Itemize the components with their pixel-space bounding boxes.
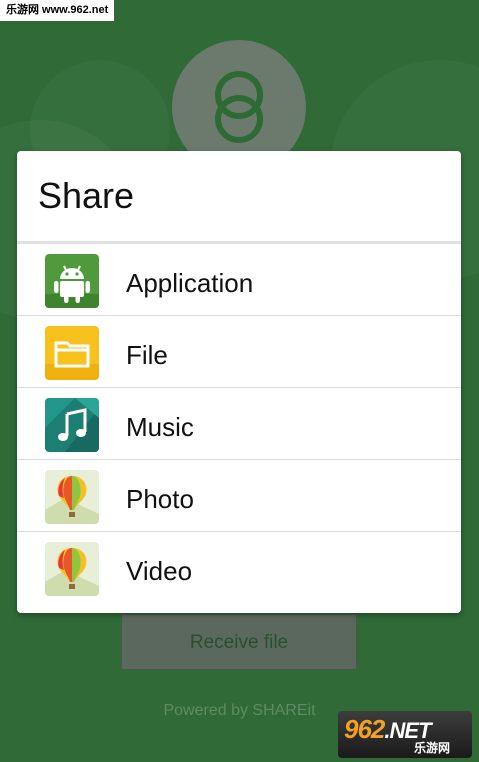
watermark-logo-number: 962 xyxy=(344,714,385,744)
dialog-title: Share xyxy=(38,175,135,216)
music-note-icon xyxy=(45,398,99,452)
share-option-label: Video xyxy=(126,556,193,586)
share-option-file[interactable]: File xyxy=(17,316,461,388)
balloon-photo-icon xyxy=(45,470,99,524)
balloon-video-icon xyxy=(45,542,99,596)
share-option-video[interactable]: Video xyxy=(17,532,461,604)
android-icon xyxy=(45,254,99,308)
share-option-music[interactable]: Music xyxy=(17,388,461,460)
share-option-label: Music xyxy=(126,412,194,442)
share-option-label: Photo xyxy=(126,484,194,514)
watermark-962-logo: 962.NET 乐游网 xyxy=(338,711,472,758)
folder-icon xyxy=(45,326,99,380)
share-option-application[interactable]: Application xyxy=(17,244,461,316)
share-option-photo[interactable]: Photo xyxy=(17,460,461,532)
receive-file-button[interactable]: Receive file xyxy=(121,614,357,670)
watermark-logo-subtitle: 乐游网 xyxy=(414,741,451,755)
watermark-top: 乐游网 www.962.net xyxy=(0,0,115,21)
share-option-label: Application xyxy=(126,268,254,298)
share-options-list: Application File Music Photo Video xyxy=(17,244,461,604)
share-dialog: Share Application File Music Photo Video xyxy=(17,151,461,613)
share-option-label: File xyxy=(126,340,168,370)
